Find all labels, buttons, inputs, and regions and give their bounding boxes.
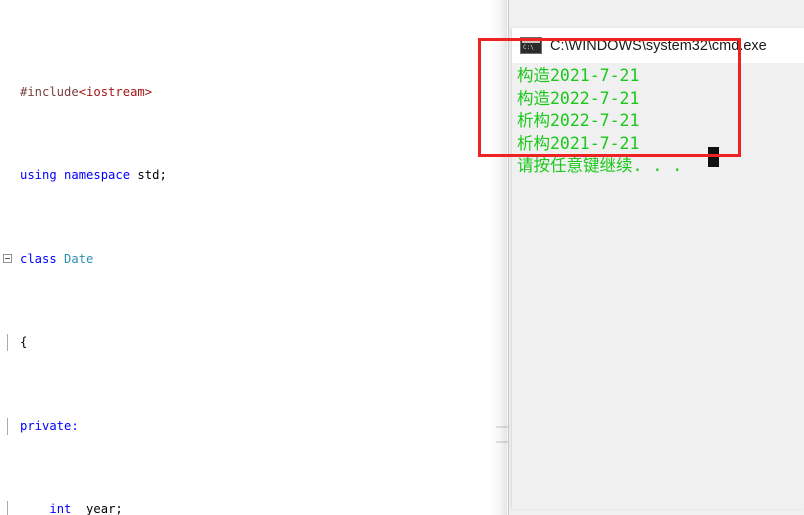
console-output-line: 析构2022-7-21 <box>517 111 640 130</box>
code-line[interactable]: int _year; <box>0 501 509 515</box>
fold-collapse-icon[interactable] <box>3 254 12 264</box>
code-text-area[interactable]: #include<iostream> using namespace std; … <box>0 17 509 515</box>
indent-guide <box>7 501 8 515</box>
code-line[interactable]: private: <box>0 417 509 435</box>
console-output-line: 构造2021-7-21 <box>517 66 640 85</box>
indent-guide <box>7 334 8 351</box>
code-line[interactable]: using namespace std; <box>0 167 509 184</box>
console-prompt-line: 请按任意键继续. . . <box>517 156 683 175</box>
scroll-marker <box>496 426 508 428</box>
console-cursor <box>708 147 719 167</box>
cmd-icon: C:\ <box>520 37 542 54</box>
console-output-area[interactable]: 构造2021-7-21 构造2022-7-21 析构2022-7-21 析构20… <box>512 63 804 509</box>
token-access-private: private: <box>20 418 79 433</box>
code-line[interactable]: class Date <box>0 251 509 268</box>
console-output-line: 析构2021-7-21 <box>517 133 640 153</box>
console-title-bar[interactable]: C:\ C:\WINDOWS\system32\cmd.exe <box>512 28 804 63</box>
console-output-line: 构造2022-7-21 <box>517 88 640 108</box>
token-identifier-std: std <box>137 168 160 183</box>
token-brace: { <box>20 335 28 350</box>
token-preprocessor: #include <box>20 84 79 99</box>
cmd-icon-titlebar <box>522 39 540 43</box>
token-keyword-namespace: namespace <box>64 168 131 183</box>
token-keyword-int: int <box>49 502 72 515</box>
code-editor-pane[interactable]: #include<iostream> using namespace std; … <box>0 0 509 515</box>
token-keyword-using: using <box>20 168 57 183</box>
code-line[interactable]: { <box>0 334 509 351</box>
token-include-path: <iostream> <box>78 84 153 99</box>
indent-guide <box>7 417 8 435</box>
code-line[interactable]: #include<iostream> <box>0 84 509 101</box>
token-type-date: Date <box>64 251 94 266</box>
console-window-title: C:\WINDOWS\system32\cmd.exe <box>550 37 767 54</box>
token-member-year: _year <box>78 502 116 515</box>
token-semicolon: ; <box>159 168 167 183</box>
scroll-marker <box>496 441 508 443</box>
token-keyword-class: class <box>20 251 57 266</box>
token-semicolon: ; <box>115 502 123 515</box>
cmd-icon-prompt: C:\ <box>523 44 534 51</box>
console-window[interactable]: C:\ C:\WINDOWS\system32\cmd.exe 构造2021-7… <box>512 28 804 509</box>
pane-splitter[interactable] <box>508 0 509 515</box>
